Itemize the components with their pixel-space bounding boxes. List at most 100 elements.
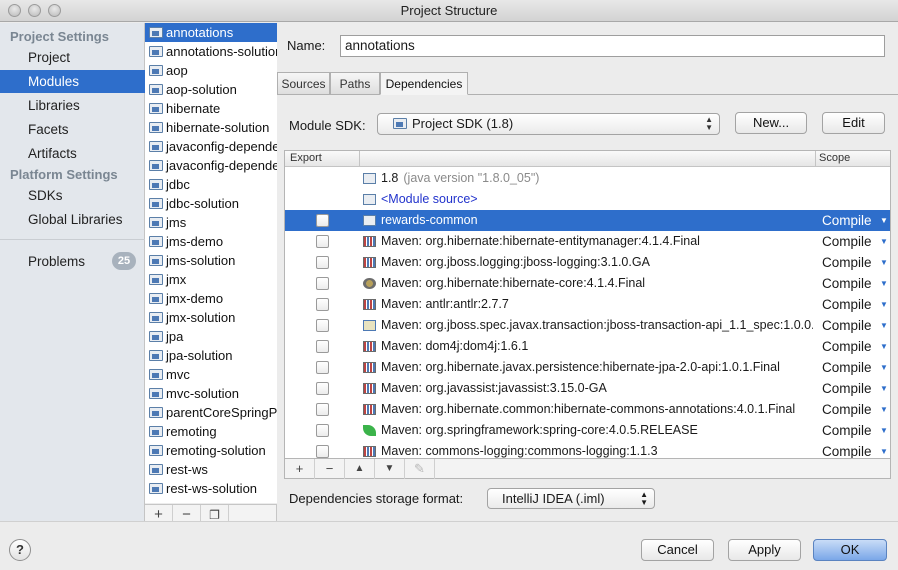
new-sdk-button[interactable]: New... [735, 112, 807, 134]
nav-item-sdks[interactable]: SDKs [0, 184, 145, 207]
add-dependency-button[interactable]: + [285, 459, 315, 479]
scope-dropdown[interactable]: Compile [822, 273, 872, 294]
dependency-row[interactable]: Maven: antlr:antlr:2.7.7 Compile ▼ [285, 294, 890, 315]
scope-dropdown[interactable]: Compile [822, 231, 872, 252]
module-list-item[interactable]: rest-ws [145, 460, 277, 479]
chevron-down-icon[interactable]: ▼ [880, 441, 888, 458]
export-checkbox[interactable] [316, 445, 329, 458]
dependency-row[interactable]: 1.8 (java version "1.8.0_05") [285, 168, 890, 189]
dependency-row[interactable]: Maven: org.javassist:javassist:3.15.0-GA… [285, 378, 890, 399]
module-list-item[interactable]: jms-solution [145, 251, 277, 270]
dependency-row[interactable]: <Module source> [285, 189, 890, 210]
zoom-window-button[interactable] [48, 4, 61, 17]
nav-item-artifacts[interactable]: Artifacts [0, 142, 145, 165]
dependency-row[interactable]: rewards-common Compile ▼ [285, 210, 890, 231]
export-column-header[interactable]: Export [290, 151, 322, 166]
dependency-row[interactable]: Maven: org.hibernate.javax.persistence:h… [285, 357, 890, 378]
dependency-row[interactable]: Maven: org.jboss.logging:jboss-logging:3… [285, 252, 890, 273]
scope-dropdown[interactable]: Compile [822, 336, 872, 357]
module-list-item[interactable]: mvc [145, 365, 277, 384]
export-checkbox[interactable] [316, 298, 329, 311]
module-list-item[interactable]: hibernate-solution [145, 118, 277, 137]
chevron-down-icon[interactable]: ▼ [880, 273, 888, 294]
module-list-item[interactable]: jms [145, 213, 277, 232]
close-window-button[interactable] [8, 4, 21, 17]
help-button[interactable]: ? [9, 539, 31, 561]
minimize-window-button[interactable] [28, 4, 41, 17]
edit-sdk-button[interactable]: Edit [822, 112, 885, 134]
scope-dropdown[interactable]: Compile [822, 210, 872, 231]
tab-dependencies[interactable]: Dependencies [380, 72, 468, 95]
dependency-row[interactable]: Maven: org.hibernate:hibernate-entityman… [285, 231, 890, 252]
scope-dropdown[interactable]: Compile [822, 441, 872, 458]
edit-dependency-button[interactable]: ✎ [405, 459, 435, 479]
tab-sources[interactable]: Sources [277, 72, 330, 95]
name-field[interactable]: annotations [340, 35, 885, 57]
module-list-item[interactable]: jmx [145, 270, 277, 289]
chevron-down-icon[interactable]: ▼ [880, 420, 888, 441]
scope-dropdown[interactable]: Compile [822, 399, 872, 420]
module-list-item[interactable]: parentCoreSpringProject [145, 403, 277, 422]
ok-button[interactable]: OK [813, 539, 887, 561]
chevron-down-icon[interactable]: ▼ [880, 336, 888, 357]
module-list-item[interactable]: mvc-solution [145, 384, 277, 403]
dependency-row[interactable]: Maven: dom4j:dom4j:1.6.1 Compile ▼ [285, 336, 890, 357]
export-checkbox[interactable] [316, 256, 329, 269]
scope-dropdown[interactable]: Compile [822, 420, 872, 441]
nav-item-project[interactable]: Project [0, 46, 145, 69]
module-list-item[interactable]: jpa-solution [145, 346, 277, 365]
dependency-row[interactable]: Maven: org.jboss.spec.javax.transaction:… [285, 315, 890, 336]
module-list-item[interactable]: jms-demo [145, 232, 277, 251]
export-checkbox[interactable] [316, 214, 329, 227]
nav-item-global-libraries[interactable]: Global Libraries [0, 208, 145, 231]
export-checkbox[interactable] [316, 361, 329, 374]
remove-dependency-button[interactable]: − [315, 459, 345, 479]
module-list-item[interactable]: jmx-demo [145, 289, 277, 308]
dependency-row[interactable]: Maven: org.hibernate.common:hibernate-co… [285, 399, 890, 420]
tab-paths[interactable]: Paths [330, 72, 380, 95]
apply-button[interactable]: Apply [728, 539, 801, 561]
export-checkbox[interactable] [316, 403, 329, 416]
module-list-item[interactable]: jdbc-solution [145, 194, 277, 213]
chevron-down-icon[interactable]: ▼ [880, 294, 888, 315]
module-list-item[interactable]: annotations-solution [145, 42, 277, 61]
module-list-item[interactable]: hibernate [145, 99, 277, 118]
module-sdk-select[interactable]: Project SDK (1.8) ▲ ▼ [377, 113, 720, 135]
chevron-down-icon[interactable]: ▼ [880, 231, 888, 252]
cancel-button[interactable]: Cancel [641, 539, 714, 561]
scope-column-header[interactable]: Scope [819, 151, 850, 166]
module-list-item[interactable]: jpa [145, 327, 277, 346]
scope-dropdown[interactable]: Compile [822, 252, 872, 273]
scope-dropdown[interactable]: Compile [822, 294, 872, 315]
export-checkbox[interactable] [316, 319, 329, 332]
export-checkbox[interactable] [316, 277, 329, 290]
module-list-item[interactable]: remoting-solution [145, 441, 277, 460]
nav-item-modules[interactable]: Modules [0, 70, 145, 93]
module-list-item[interactable]: aop-solution [145, 80, 277, 99]
export-checkbox[interactable] [316, 424, 329, 437]
chevron-down-icon[interactable]: ▼ [880, 315, 888, 336]
storage-format-select[interactable]: IntelliJ IDEA (.iml) ▲ ▼ [487, 488, 655, 509]
move-down-button[interactable]: ▼ [375, 459, 405, 479]
chevron-down-icon[interactable]: ▼ [880, 252, 888, 273]
dependencies-table[interactable]: Export Scope 1.8 (java version "1.8.0_05"… [284, 150, 891, 459]
dependency-row[interactable]: Maven: org.hibernate:hibernate-core:4.1.… [285, 273, 890, 294]
module-list[interactable]: annotations annotations-solution aop aop-so… [145, 23, 277, 503]
module-list-item[interactable]: jmx-solution [145, 308, 277, 327]
chevron-down-icon[interactable]: ▼ [880, 399, 888, 420]
nav-item-libraries[interactable]: Libraries [0, 94, 145, 117]
module-list-item[interactable]: jdbc [145, 175, 277, 194]
module-list-item[interactable]: annotations [145, 23, 277, 42]
scope-dropdown[interactable]: Compile [822, 315, 872, 336]
module-list-item[interactable]: remoting [145, 422, 277, 441]
export-checkbox[interactable] [316, 382, 329, 395]
chevron-down-icon[interactable]: ▼ [880, 357, 888, 378]
scope-dropdown[interactable]: Compile [822, 357, 872, 378]
module-list-item[interactable]: javaconfig-dependency-injection-solution [145, 156, 277, 175]
export-checkbox[interactable] [316, 340, 329, 353]
scope-dropdown[interactable]: Compile [822, 378, 872, 399]
module-list-item[interactable]: rest-ws-solution [145, 479, 277, 498]
module-list-item[interactable]: aop [145, 61, 277, 80]
chevron-down-icon[interactable]: ▼ [880, 210, 888, 231]
dependency-row[interactable]: Maven: org.springframework:spring-core:4… [285, 420, 890, 441]
